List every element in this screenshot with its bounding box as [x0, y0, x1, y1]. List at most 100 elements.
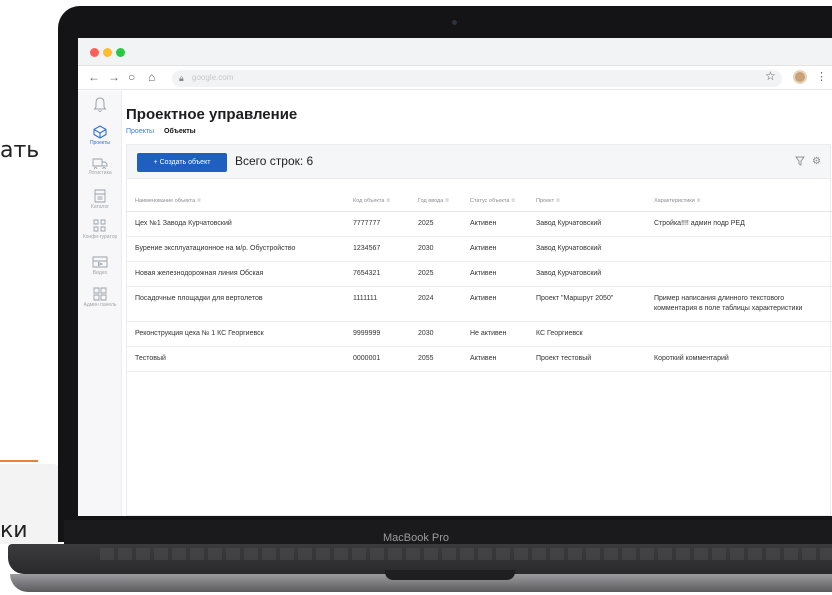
row-count-label: Всего строк: 6 — [235, 154, 314, 168]
cell-status: Активен — [462, 261, 528, 287]
close-window-button[interactable] — [90, 48, 99, 57]
column-header-name[interactable]: Наименование объекта ⩸ — [127, 179, 345, 212]
url-text: google.com — [192, 73, 234, 82]
address-bar[interactable]: 🔒︎ google.com — [172, 70, 782, 87]
maximize-window-button[interactable] — [116, 48, 125, 57]
browser-titlebar — [78, 38, 832, 66]
logistics-icon — [92, 158, 108, 169]
catalog-icon — [94, 189, 106, 203]
cell-project: Завод Курчатовский — [528, 211, 646, 237]
cell-status: Активен — [462, 346, 528, 372]
more-menu-icon[interactable]: ⋮ — [816, 70, 827, 83]
cell-characteristics: Короткий комментарий — [646, 346, 832, 372]
video-icon — [92, 256, 108, 268]
cell-status: Активен — [462, 236, 528, 262]
cell-status: Активен — [462, 286, 528, 322]
table-row[interactable]: Тестовый 0000001 2055 Активен Проект тес… — [127, 346, 832, 372]
cell-year: 2030 — [410, 236, 462, 262]
sidebar-item-catalog[interactable]: Каталог — [78, 189, 122, 210]
sidebar-item-logistics[interactable]: Логистика — [78, 157, 122, 176]
cell-project: КС Георгиевск — [528, 321, 646, 347]
cell-characteristics — [646, 236, 832, 262]
column-header-status[interactable]: Статус объекта ⩸ — [462, 179, 528, 212]
table-row[interactable]: Новая железнодорожная линия Обская 76543… — [127, 261, 832, 287]
cell-status: Активен — [462, 211, 528, 237]
objects-table: Наименование объекта ⩸ Код объекта ⩸ Год в… — [127, 179, 832, 372]
table-row[interactable]: Реконструкция цеха № 1 КС Георгиевск 999… — [127, 321, 832, 347]
lock-icon: 🔒︎ — [179, 73, 184, 83]
bookmark-star-icon[interactable]: ☆ — [765, 69, 776, 83]
profile-avatar[interactable] — [793, 70, 807, 84]
filter-icon[interactable]: ⩸ — [511, 198, 515, 204]
cell-name: Посадочные площадки для вертолетов — [127, 286, 345, 322]
cell-characteristics: Пример написания длинного текстового ком… — [646, 286, 832, 322]
page-title: Проектное управление — [126, 106, 298, 123]
cell-project: Проект "Маршрут 2050" — [528, 286, 646, 322]
filter-icon[interactable]: ⩸ — [697, 198, 701, 204]
cell-code: 1111111 — [345, 286, 410, 322]
configurator-icon — [93, 219, 106, 232]
cell-code: 1234567 — [345, 236, 410, 262]
cell-project: Завод Курчатовский — [528, 261, 646, 287]
cell-year: 2055 — [410, 346, 462, 372]
filter-icon[interactable]: ⩸ — [197, 198, 201, 204]
back-arrow-icon[interactable]: ← — [88, 70, 100, 84]
filter-icon[interactable]: ⩸ — [386, 198, 390, 204]
slide-accent-line — [0, 460, 38, 462]
laptop-notch — [385, 570, 515, 580]
table-row[interactable]: Цех №1 Завода Курчатовский 7777777 2025 … — [127, 211, 832, 237]
cell-code: 7654321 — [345, 261, 410, 287]
slide-cropped-text-top: ать — [0, 138, 40, 163]
cell-project: Завод Курчатовский — [528, 236, 646, 262]
settings-gear-icon[interactable]: ⚙ — [812, 156, 821, 167]
sidebar-item-admin-panel[interactable]: Админ панель — [78, 287, 122, 308]
cell-year: 2025 — [410, 211, 462, 237]
tab-objects[interactable]: Объекты — [164, 128, 196, 135]
cell-code: 0000001 — [345, 346, 410, 372]
laptop-screen: ← → ○ ⌂ 🔒︎ google.com ☆ ⋮ Проекты Логист… — [78, 38, 832, 516]
table-header-row: Наименование объекта ⩸ Код объекта ⩸ Год в… — [127, 179, 832, 212]
projects-icon — [93, 125, 107, 139]
sidebar-item-projects[interactable]: Проекты — [78, 125, 122, 146]
minimize-window-button[interactable] — [103, 48, 112, 57]
cell-name: Реконструкция цеха № 1 КС Георгиевск — [127, 321, 345, 347]
column-header-code[interactable]: Код объекта ⩸ — [345, 179, 410, 212]
sidebar-item-configurator[interactable]: Конфи-гуратор — [78, 219, 122, 240]
table-row[interactable]: Посадочные площадки для вертолетов 11111… — [127, 286, 832, 322]
browser-toolbar: ← → ○ ⌂ 🔒︎ google.com ☆ ⋮ — [78, 66, 832, 90]
table-row[interactable]: Бурение эксплуатационное на м/р. Обустро… — [127, 236, 832, 262]
cell-characteristics: Стройка!!!! админ подр РЕД — [646, 211, 832, 237]
cell-year: 2025 — [410, 261, 462, 287]
cell-name: Бурение эксплуатационное на м/р. Обустро… — [127, 236, 345, 262]
cell-year: 2030 — [410, 321, 462, 347]
reload-icon[interactable]: ○ — [128, 70, 135, 84]
cell-characteristics — [646, 321, 832, 347]
column-header-project[interactable]: Проект ⩸ — [528, 179, 646, 212]
column-header-year[interactable]: Год ввода ⩸ — [410, 179, 462, 212]
column-header-characteristics[interactable]: Характеристики ⩸ — [646, 179, 832, 212]
sidebar-item-video[interactable]: Видео — [78, 255, 122, 276]
filter-icon[interactable]: ⩸ — [556, 198, 560, 204]
home-icon[interactable]: ⌂ — [148, 70, 155, 84]
cell-code: 9999999 — [345, 321, 410, 347]
laptop-keys — [100, 548, 832, 560]
filter-icon[interactable]: ⩸ — [445, 198, 449, 204]
main-content: Проектное управление Проекты Объекты + С… — [122, 91, 832, 516]
objects-panel: + Создать объект Всего строк: 6 ⚙ Наимен… — [126, 144, 832, 516]
breadcrumb-tabs: Проекты Объекты — [126, 128, 204, 135]
tab-projects[interactable]: Проекты — [126, 128, 154, 135]
cell-characteristics — [646, 261, 832, 287]
cell-name: Тестовый — [127, 346, 345, 372]
bell-icon — [93, 97, 107, 112]
admin-panel-icon — [93, 287, 107, 301]
cell-code: 7777777 — [345, 211, 410, 237]
laptop-camera — [452, 20, 457, 25]
cell-name: Новая железнодорожная линия Обская — [127, 261, 345, 287]
cell-year: 2024 — [410, 286, 462, 322]
forward-arrow-icon[interactable]: → — [108, 70, 120, 84]
filter-reset-icon[interactable] — [795, 156, 805, 169]
sidebar-item-notifications[interactable] — [78, 97, 122, 113]
create-object-button[interactable]: + Создать объект — [137, 153, 227, 172]
cell-name: Цех №1 Завода Курчатовский — [127, 211, 345, 237]
app-root: Проекты Логистика Каталог Конфи-гуратор … — [78, 91, 832, 516]
